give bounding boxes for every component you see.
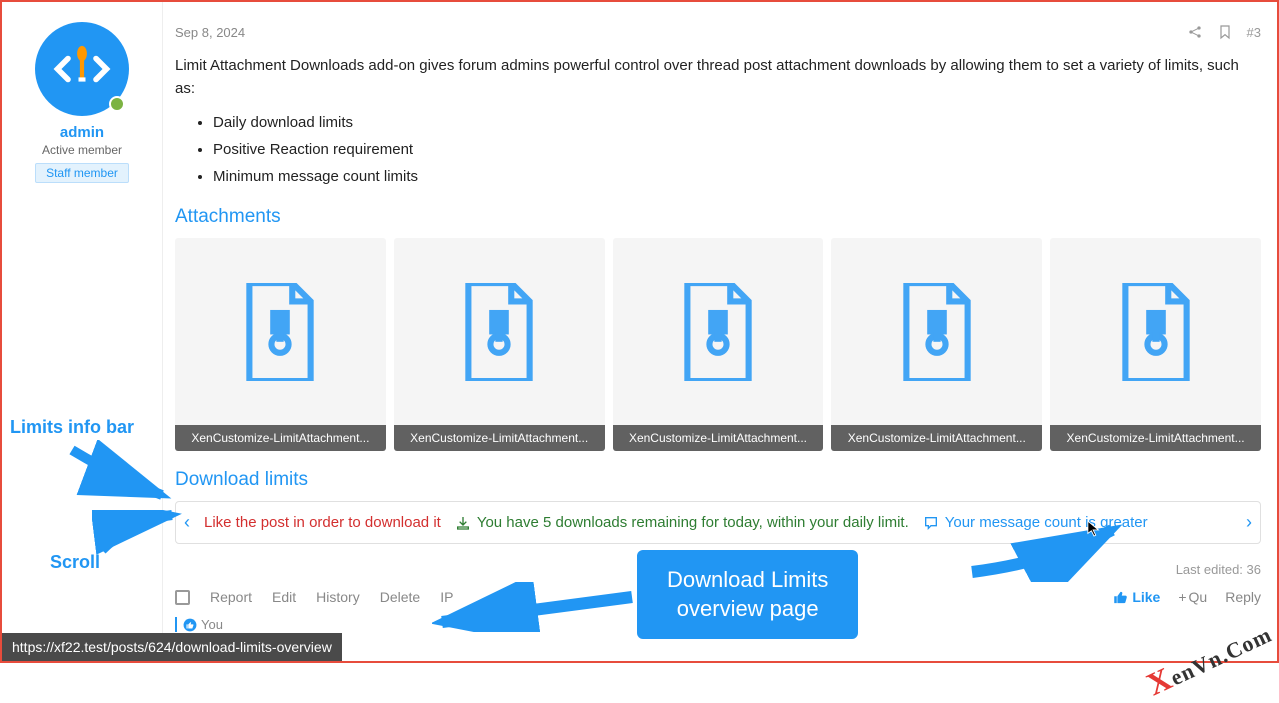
comment-icon — [923, 515, 939, 531]
quote-button[interactable]: + Qu — [1178, 589, 1207, 605]
browser-status-bar: https://xf22.test/posts/624/download-lim… — [2, 633, 342, 661]
post-body: Limit Attachment Downloads add-on gives … — [175, 54, 1261, 188]
post-date[interactable]: Sep 8, 2024 — [175, 25, 245, 40]
attachment-filename: XenCustomize-LimitAttachment... — [831, 425, 1042, 451]
file-zip-icon — [1118, 283, 1194, 381]
file-zip-icon — [899, 283, 975, 381]
download-limits-heading[interactable]: Download limits — [175, 469, 1261, 491]
attachment-filename: XenCustomize-LimitAttachment... — [613, 425, 824, 451]
limit-msg-like: Like the post in order to download it — [204, 514, 441, 531]
bullet-item: Positive Reaction requirement — [213, 138, 1261, 161]
delete-link[interactable]: Delete — [380, 589, 420, 605]
user-title: Active member — [12, 143, 152, 157]
last-edited: Last edited: 36 — [175, 562, 1261, 577]
share-icon[interactable] — [1187, 24, 1203, 40]
attachment-item[interactable]: XenCustomize-LimitAttachment... — [1050, 238, 1261, 451]
attachments-heading: Attachments — [175, 206, 1261, 228]
reactions-summary[interactable]: You — [175, 617, 1261, 632]
attachment-item[interactable]: XenCustomize-LimitAttachment... — [175, 238, 386, 451]
staff-badge: Staff member — [35, 163, 129, 183]
thumbs-up-icon — [183, 618, 197, 632]
attachment-filename: XenCustomize-LimitAttachment... — [394, 425, 605, 451]
attachment-item[interactable]: XenCustomize-LimitAttachment... — [831, 238, 1042, 451]
like-button[interactable]: Like — [1113, 589, 1160, 605]
attachment-item[interactable]: XenCustomize-LimitAttachment... — [613, 238, 824, 451]
bullet-item: Minimum message count limits — [213, 165, 1261, 188]
post-number[interactable]: #3 — [1247, 25, 1261, 40]
file-zip-icon — [680, 283, 756, 381]
avatar-code-icon — [47, 34, 117, 104]
post-main: Sep 8, 2024 #3 Limit Attachment Download… — [162, 2, 1277, 661]
chevron-right-icon[interactable]: › — [1246, 512, 1252, 533]
file-zip-icon — [461, 283, 537, 381]
file-zip-icon — [242, 283, 318, 381]
attachment-filename: XenCustomize-LimitAttachment... — [1050, 425, 1261, 451]
download-icon — [455, 515, 471, 531]
history-link[interactable]: History — [316, 589, 360, 605]
thumbs-up-icon — [1113, 590, 1128, 605]
reply-button[interactable]: Reply — [1225, 589, 1261, 605]
user-column: admin Active member Staff member — [2, 2, 162, 661]
attachment-item[interactable]: XenCustomize-LimitAttachment... — [394, 238, 605, 451]
action-bar: Report Edit History Delete IP Like + Qu … — [175, 589, 1261, 605]
chevron-left-icon[interactable]: ‹ — [184, 512, 190, 533]
report-link[interactable]: Report — [210, 589, 252, 605]
download-limits-bar[interactable]: ‹ Like the post in order to download it … — [175, 501, 1261, 544]
edit-link[interactable]: Edit — [272, 589, 296, 605]
attachments-grid: XenCustomize-LimitAttachment... XenCusto… — [175, 238, 1261, 451]
avatar[interactable] — [35, 22, 129, 116]
limit-msg-count: Your message count is greater — [923, 514, 1148, 531]
bullet-item: Daily download limits — [213, 111, 1261, 134]
bookmark-icon[interactable] — [1217, 24, 1233, 40]
online-indicator-icon — [109, 96, 125, 112]
limit-msg-daily: You have 5 downloads remaining for today… — [455, 514, 909, 531]
username[interactable]: admin — [12, 124, 152, 141]
attachment-filename: XenCustomize-LimitAttachment... — [175, 425, 386, 451]
select-checkbox[interactable] — [175, 590, 190, 605]
ip-link[interactable]: IP — [440, 589, 453, 605]
